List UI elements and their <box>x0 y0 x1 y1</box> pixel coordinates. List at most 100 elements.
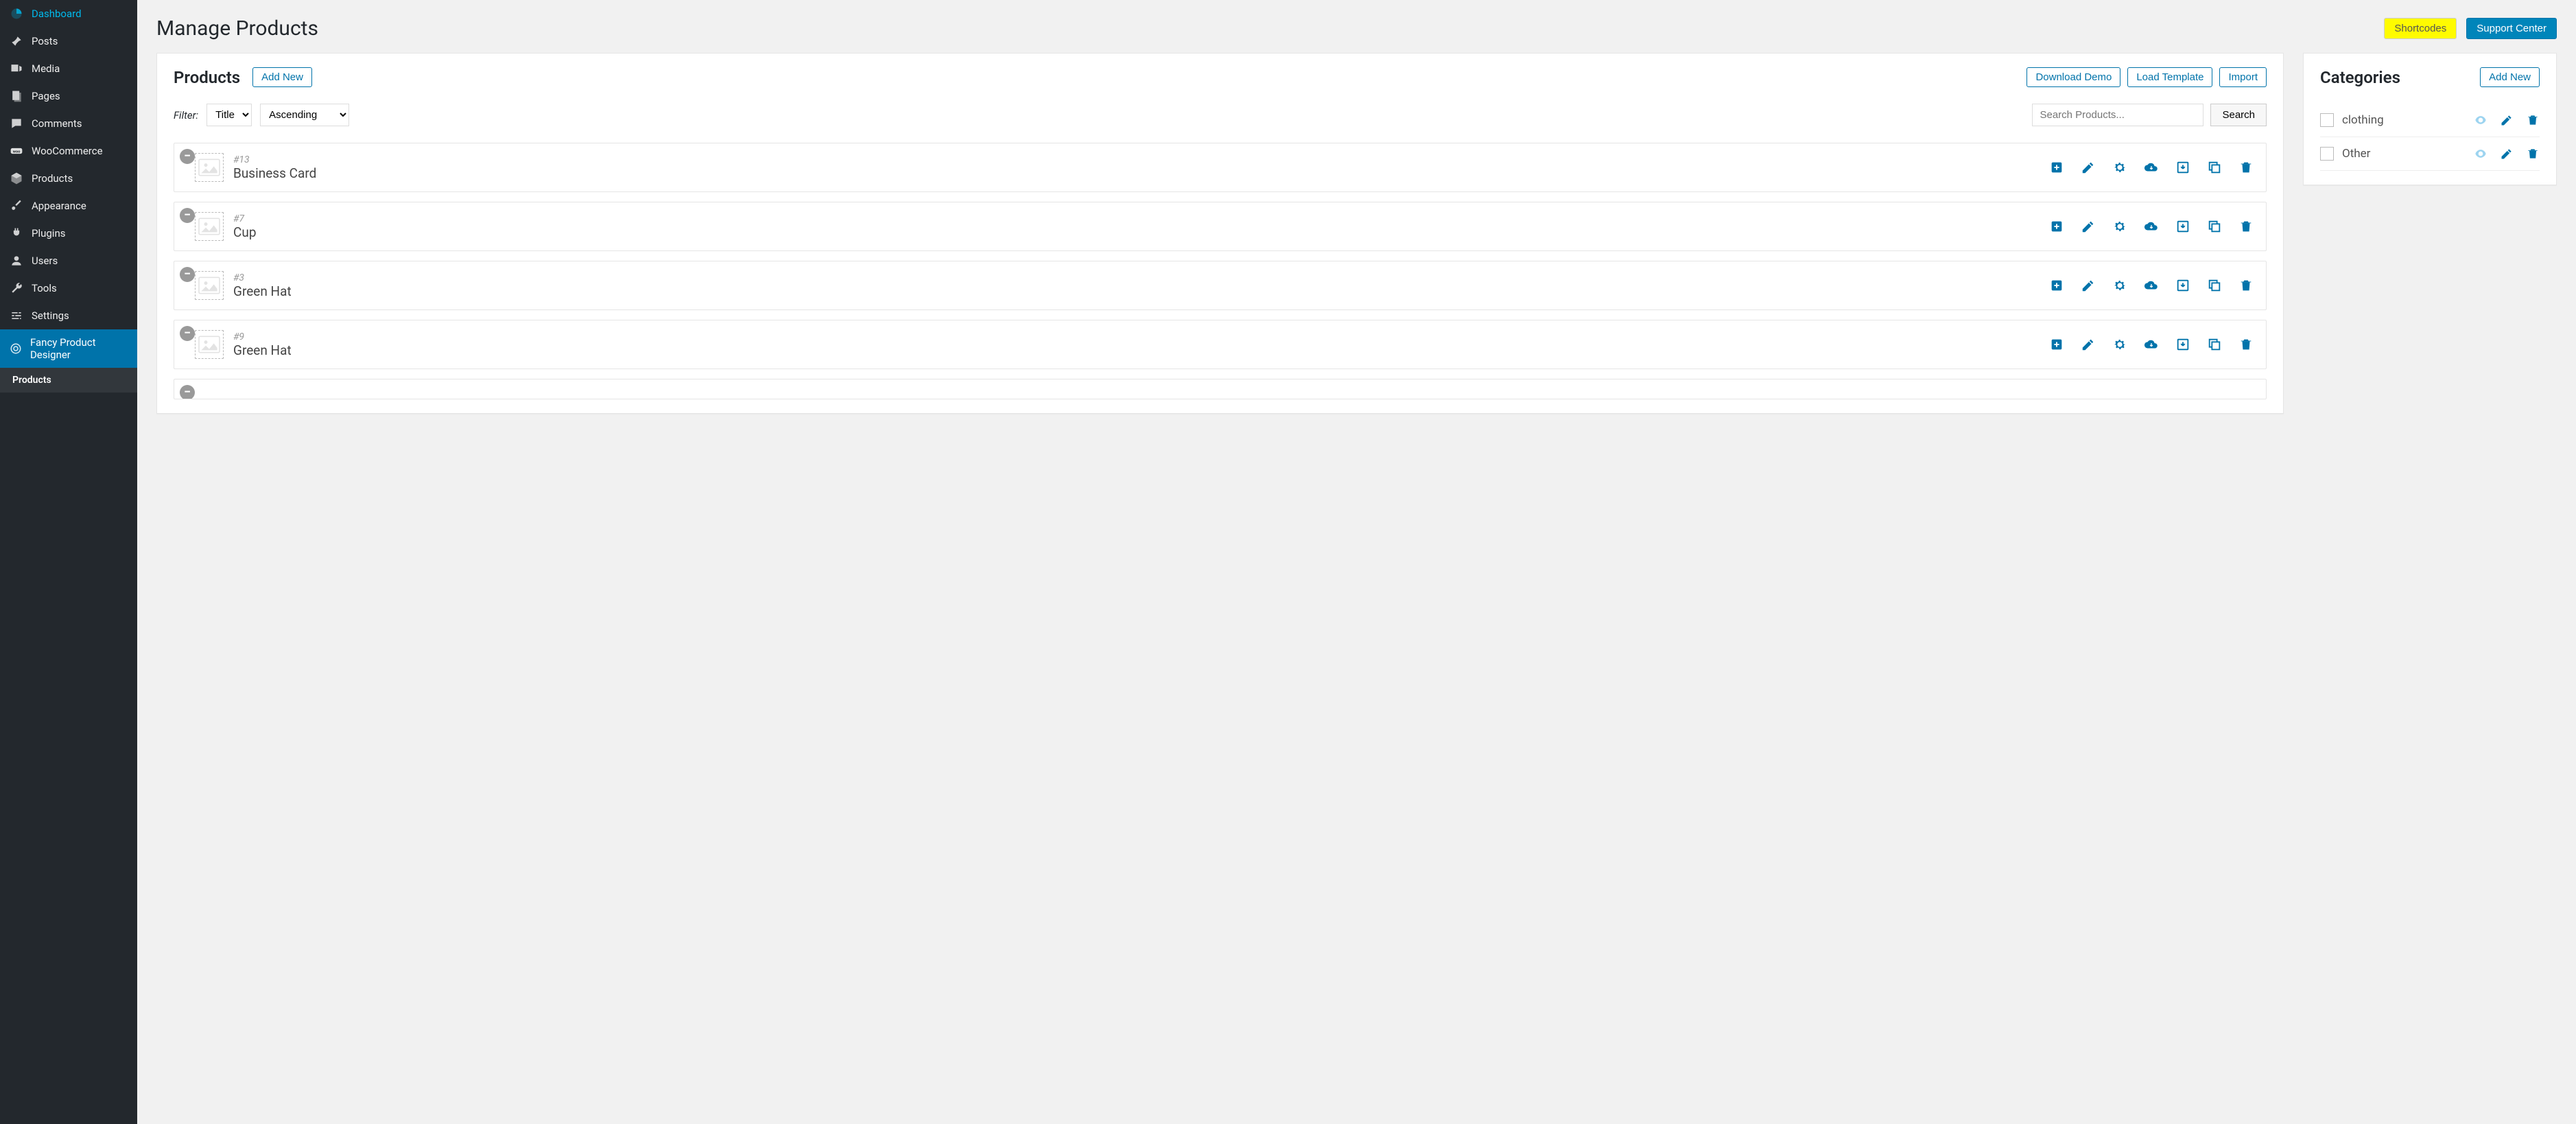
sidebar-label: Fancy Product Designer <box>30 336 128 361</box>
category-checkbox[interactable] <box>2320 113 2334 127</box>
copy-icon[interactable] <box>2207 160 2222 175</box>
cloud-download-icon[interactable] <box>2144 219 2159 234</box>
sidebar-item-products[interactable]: Products <box>0 165 137 192</box>
product-thumbnail[interactable] <box>195 330 224 359</box>
trash-icon[interactable] <box>2238 219 2254 234</box>
edit-icon[interactable] <box>2500 147 2514 161</box>
admin-sidebar: Dashboard Posts Media Pages Comments woo… <box>0 0 137 1124</box>
sidebar-label: Products <box>32 172 73 185</box>
load-template-button[interactable]: Load Template <box>2127 67 2212 87</box>
add-icon[interactable] <box>2049 337 2064 352</box>
cloud-download-icon[interactable] <box>2144 337 2159 352</box>
product-id: #3 <box>233 272 292 283</box>
woo-icon: woo <box>10 144 23 158</box>
gear-icon[interactable] <box>2112 278 2127 293</box>
dashboard-icon <box>10 7 23 21</box>
edit-icon[interactable] <box>2500 113 2514 127</box>
sidebar-item-posts[interactable]: Posts <box>0 27 137 55</box>
sidebar-item-appearance[interactable]: Appearance <box>0 192 137 220</box>
category-list: clothing Other <box>2320 104 2540 171</box>
category-checkbox[interactable] <box>2320 147 2334 161</box>
add-icon[interactable] <box>2049 219 2064 234</box>
sidebar-label: WooCommerce <box>32 145 103 157</box>
category-name: Other <box>2342 147 2370 161</box>
product-name: Green Hat <box>233 283 292 299</box>
copy-icon[interactable] <box>2207 278 2222 293</box>
trash-icon[interactable] <box>2526 113 2540 127</box>
categories-title: Categories <box>2320 68 2400 87</box>
search-button[interactable]: Search <box>2210 104 2267 126</box>
collapse-icon[interactable]: − <box>180 267 195 282</box>
category-row: Other <box>2320 137 2540 171</box>
add-icon[interactable] <box>2049 160 2064 175</box>
product-list: − #13 Business Card − #7 Cup − #3 Green … <box>174 143 2267 399</box>
filter-direction-select[interactable]: Ascending <box>260 104 349 126</box>
sidebar-submenu-products[interactable]: Products <box>0 368 137 393</box>
sidebar-label: Settings <box>32 309 69 322</box>
gear-icon[interactable] <box>2112 219 2127 234</box>
sidebar-label: Media <box>32 62 60 75</box>
page-title: Manage Products <box>156 16 318 40</box>
eye-icon[interactable] <box>2474 147 2488 161</box>
download-box-icon[interactable] <box>2175 278 2190 293</box>
trash-icon[interactable] <box>2238 278 2254 293</box>
sidebar-item-settings[interactable]: Settings <box>0 302 137 329</box>
sidebar-item-plugins[interactable]: Plugins <box>0 220 137 247</box>
categories-panel: Categories Add New clothing Other <box>2303 53 2557 185</box>
sidebar-item-comments[interactable]: Comments <box>0 110 137 137</box>
collapse-icon[interactable]: − <box>180 326 195 341</box>
product-thumbnail[interactable] <box>195 153 224 182</box>
download-demo-button[interactable]: Download Demo <box>2026 67 2120 87</box>
sidebar-item-media[interactable]: Media <box>0 55 137 82</box>
collapse-icon[interactable]: − <box>180 208 195 223</box>
gear-icon[interactable] <box>2112 337 2127 352</box>
shortcodes-button[interactable]: Shortcodes <box>2384 18 2457 39</box>
collapse-icon[interactable]: − <box>180 385 195 399</box>
edit-icon[interactable] <box>2081 337 2096 352</box>
product-id: #9 <box>233 331 292 342</box>
svg-text:woo: woo <box>13 150 21 154</box>
sidebar-item-woocommerce[interactable]: woo WooCommerce <box>0 137 137 165</box>
sidebar-item-pages[interactable]: Pages <box>0 82 137 110</box>
trash-icon[interactable] <box>2526 147 2540 161</box>
download-box-icon[interactable] <box>2175 219 2190 234</box>
comment-icon <box>10 117 23 130</box>
eye-icon[interactable] <box>2474 113 2488 127</box>
media-icon <box>10 62 23 75</box>
product-thumbnail[interactable] <box>195 212 224 241</box>
product-name: Business Card <box>233 165 316 181</box>
pin-icon <box>10 34 23 48</box>
download-box-icon[interactable] <box>2175 337 2190 352</box>
product-thumbnail[interactable] <box>195 271 224 300</box>
cloud-download-icon[interactable] <box>2144 160 2159 175</box>
edit-icon[interactable] <box>2081 160 2096 175</box>
target-icon <box>10 342 22 355</box>
support-center-button[interactable]: Support Center <box>2466 18 2557 39</box>
copy-icon[interactable] <box>2207 219 2222 234</box>
trash-icon[interactable] <box>2238 160 2254 175</box>
sidebar-label: Plugins <box>32 227 65 239</box>
sidebar-item-dashboard[interactable]: Dashboard <box>0 0 137 27</box>
copy-icon[interactable] <box>2207 337 2222 352</box>
plug-icon <box>10 226 23 240</box>
sidebar-item-tools[interactable]: Tools <box>0 274 137 302</box>
import-button[interactable]: Import <box>2219 67 2267 87</box>
sidebar-label: Comments <box>32 117 82 130</box>
main-content: Manage Products Shortcodes Support Cente… <box>137 0 2576 1124</box>
download-box-icon[interactable] <box>2175 160 2190 175</box>
collapse-icon[interactable]: − <box>180 149 195 164</box>
trash-icon[interactable] <box>2238 337 2254 352</box>
add-icon[interactable] <box>2049 278 2064 293</box>
product-row: − <box>174 379 2267 399</box>
filter-by-select[interactable]: Title <box>206 104 252 126</box>
category-actions <box>2474 147 2540 161</box>
sidebar-item-users[interactable]: Users <box>0 247 137 274</box>
cloud-download-icon[interactable] <box>2144 278 2159 293</box>
edit-icon[interactable] <box>2081 278 2096 293</box>
gear-icon[interactable] <box>2112 160 2127 175</box>
edit-icon[interactable] <box>2081 219 2096 234</box>
add-new-category-button[interactable]: Add New <box>2480 67 2540 87</box>
search-products-input[interactable] <box>2032 104 2203 126</box>
add-new-product-button[interactable]: Add New <box>252 67 312 87</box>
sidebar-item-fancy-product-designer[interactable]: Fancy Product Designer <box>0 329 137 368</box>
